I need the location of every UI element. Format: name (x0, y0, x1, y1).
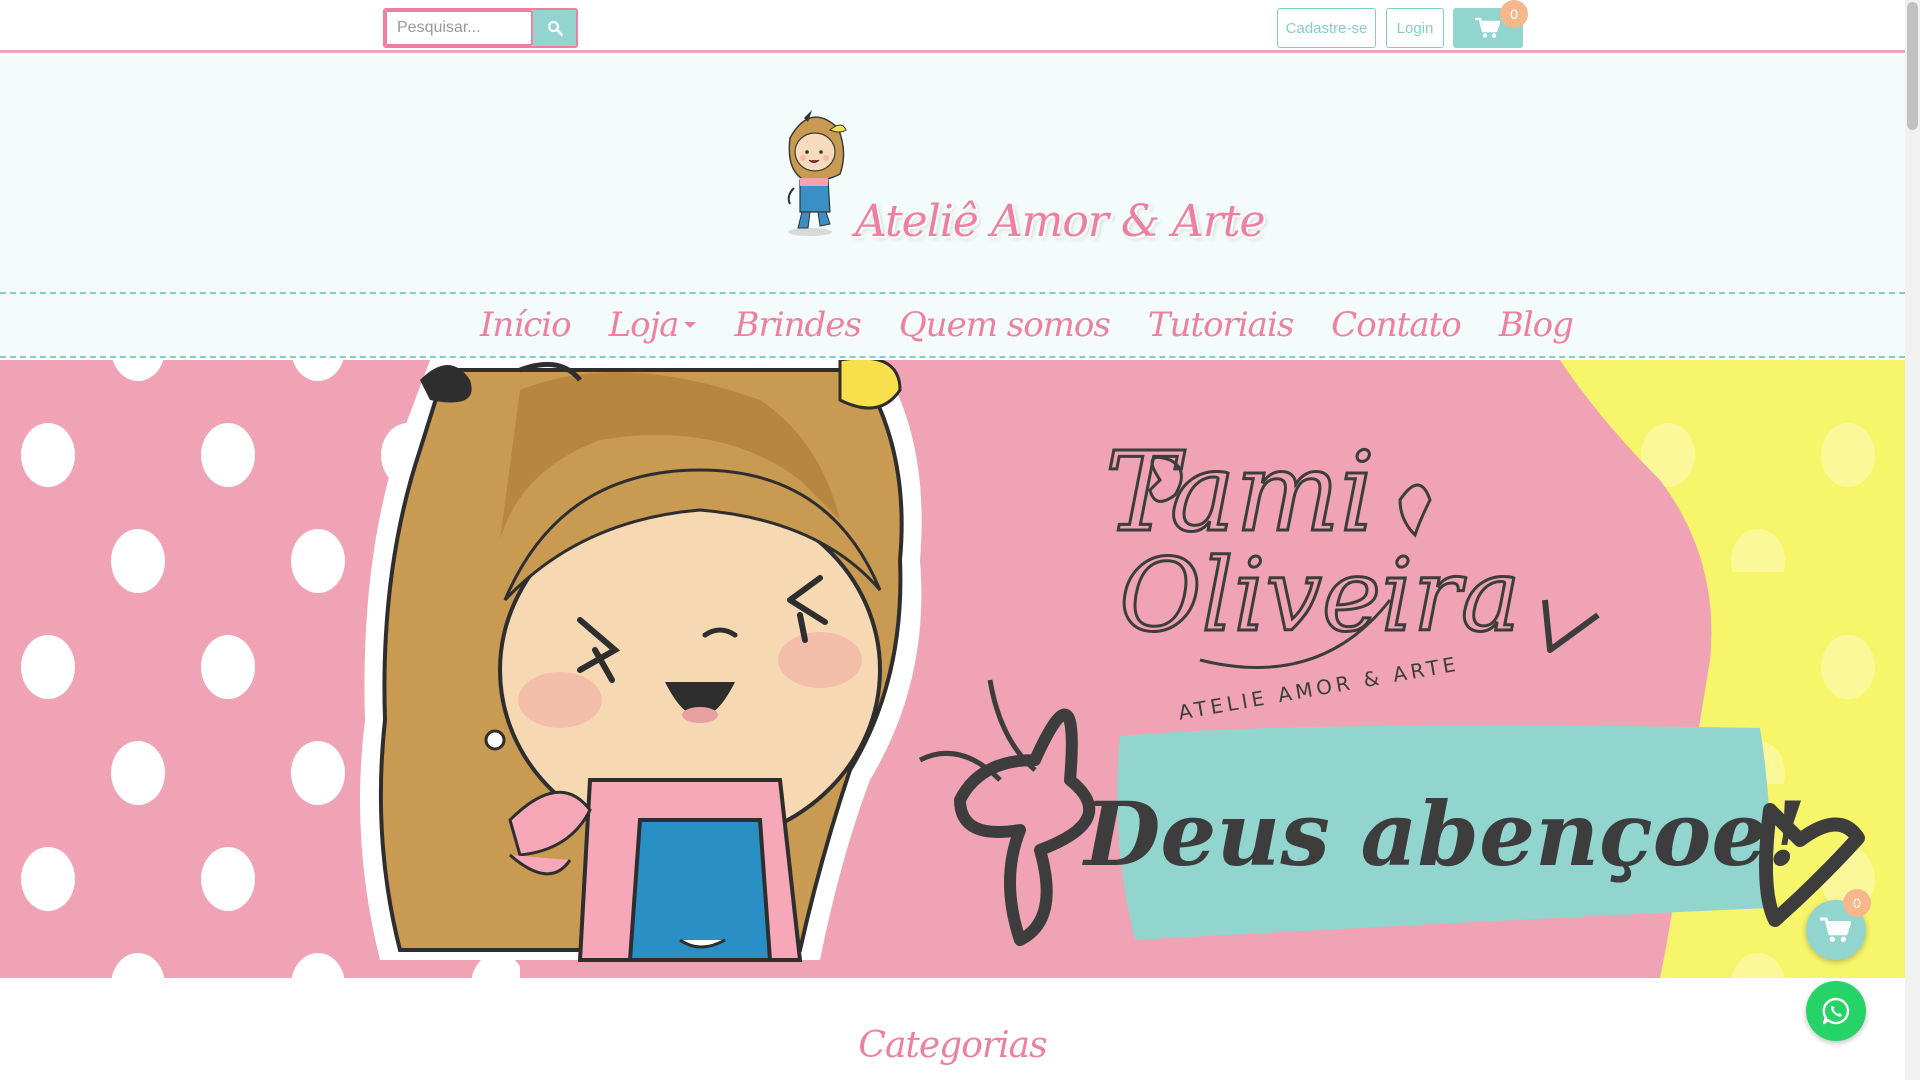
nav-item-loja[interactable]: Loja (609, 305, 697, 345)
search-button[interactable] (533, 10, 576, 46)
nav-item-label: Loja (608, 305, 680, 345)
caret-down-icon (684, 322, 697, 328)
cart-count-badge: 0 (1500, 0, 1528, 28)
cart-icon (1820, 917, 1852, 942)
site-header: Ateliê Amor & Arte (0, 56, 1905, 292)
logo-text[interactable]: Ateliê Amor & Arte (855, 196, 1266, 247)
nav-item-label: Contato (1331, 305, 1461, 345)
search-icon (547, 20, 563, 36)
banner-illustration: Tami Oliveira ATELIE AMOR & ARTE Deus ab… (0, 360, 1905, 978)
main-nav: Início Loja Brindes Quem somos Tutoriais… (0, 292, 1905, 358)
signature-line2: Oliveira (1119, 537, 1520, 654)
nav-item-inicio[interactable]: Início (480, 305, 572, 345)
signup-button[interactable]: Cadastre-se (1277, 8, 1376, 48)
nav-item-blog[interactable]: Blog (1498, 305, 1574, 345)
banner-tagline: Deus abençoe! (1081, 782, 1806, 886)
top-bar: Cadastre-se Login 0 (0, 0, 1905, 53)
categories-title: Categorias (858, 1025, 1047, 1066)
nav-item-label: Blog (1498, 305, 1574, 345)
whatsapp-button[interactable] (1806, 981, 1866, 1041)
nav-item-contato[interactable]: Contato (1331, 305, 1461, 345)
nav-item-label: Início (480, 305, 572, 345)
page: Cadastre-se Login 0 (0, 0, 1920, 1080)
cart-icon (1475, 17, 1501, 38)
search-form (383, 8, 578, 48)
nav-item-label: Brindes (734, 305, 861, 345)
whatsapp-icon (1822, 997, 1850, 1025)
nav-item-label: Quem somos (898, 305, 1111, 345)
vertical-scrollbar[interactable] (1905, 0, 1920, 1080)
nav-item-brindes[interactable]: Brindes (734, 305, 861, 345)
hero-banner[interactable]: Tami Oliveira ATELIE AMOR & ARTE Deus ab… (0, 360, 1905, 978)
nav-item-quem-somos[interactable]: Quem somos (898, 305, 1111, 345)
search-input[interactable] (385, 10, 533, 46)
login-button[interactable]: Login (1386, 8, 1444, 48)
nav-item-label: Tutoriais (1147, 305, 1294, 345)
scrollbar-thumb[interactable] (1907, 2, 1918, 130)
girl-illustration (360, 360, 922, 962)
floating-cart-count-badge: 0 (1843, 889, 1871, 917)
nav-item-tutoriais[interactable]: Tutoriais (1147, 305, 1294, 345)
